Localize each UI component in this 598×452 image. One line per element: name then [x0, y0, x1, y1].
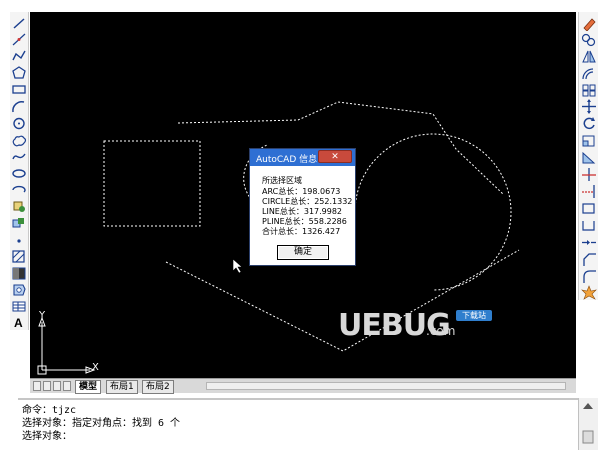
region-icon[interactable] [10, 282, 28, 297]
construction-line-icon[interactable] [10, 32, 28, 47]
scroll-up-icon[interactable] [582, 402, 594, 410]
multiline-text-icon[interactable]: A [10, 315, 28, 330]
array-icon[interactable] [580, 83, 598, 98]
rectangle-icon[interactable] [10, 82, 28, 97]
revision-cloud-icon[interactable] [10, 133, 28, 148]
watermark-logo: UEBUG .com 下载站 [338, 302, 498, 346]
explode-icon[interactable] [580, 285, 598, 300]
circle-icon[interactable] [10, 116, 28, 131]
arc-icon[interactable] [10, 99, 28, 114]
ok-button[interactable]: 确定 [277, 245, 329, 260]
draw-toolbar: A [10, 12, 29, 330]
join-icon[interactable] [580, 235, 598, 250]
rotate-icon[interactable] [580, 116, 598, 131]
ellipse-icon[interactable] [10, 166, 28, 181]
watermark-badge: 下载站 [456, 310, 492, 321]
ucs-x-label: X [92, 362, 99, 373]
svg-text:A: A [14, 316, 23, 330]
table-icon[interactable] [10, 299, 28, 314]
layout-tabs-bar: 模型 布局1 布局2 [30, 378, 576, 394]
line-icon[interactable] [10, 16, 28, 31]
polyline-icon[interactable] [10, 48, 28, 63]
tab-layout2[interactable]: 布局2 [142, 380, 174, 394]
ellipse-arc-icon[interactable] [10, 182, 28, 197]
dialog-title-bar[interactable]: AutoCAD 信息 ✕ [250, 149, 355, 166]
point-icon[interactable] [10, 233, 28, 248]
offset-icon[interactable] [580, 66, 598, 81]
command-prompt-line[interactable]: 选择对象： [22, 431, 72, 443]
tab-first-button[interactable] [33, 381, 41, 391]
command-history-line: 选择对象：指定对角点：找到 6 个 [22, 418, 181, 429]
tab-model[interactable]: 模型 [75, 380, 102, 394]
stretch-icon[interactable] [580, 150, 598, 165]
trim-icon[interactable] [580, 167, 598, 182]
insert-block-icon[interactable] [10, 199, 28, 214]
break-at-point-icon[interactable] [580, 201, 598, 216]
erase-icon[interactable] [580, 16, 598, 31]
selected-circle-arc [354, 133, 512, 291]
hatch-icon[interactable] [10, 249, 28, 264]
spline-icon[interactable] [10, 149, 28, 164]
tab-next-button[interactable] [53, 381, 61, 391]
polygon-icon[interactable] [10, 65, 28, 80]
scale-icon[interactable] [580, 133, 598, 148]
command-window[interactable]: 命令：tjzc 选择对象：指定对角点：找到 6 个 选择对象： [18, 398, 578, 452]
move-icon[interactable] [580, 99, 598, 114]
gradient-icon[interactable] [10, 266, 28, 281]
tab-last-button[interactable] [63, 381, 71, 391]
ucs-y-label: Y [39, 310, 46, 321]
selected-rectangle [103, 140, 201, 227]
dialog-heading: 所选择区域 [262, 176, 302, 185]
total-length-text: 合计总长：1326.427 [262, 227, 341, 236]
extend-icon[interactable] [580, 184, 598, 199]
autocad-info-dialog: AutoCAD 信息 ✕ 所选择区域 ARC总长：198.0673 CIRCLE… [249, 148, 356, 266]
modify-toolbar [578, 12, 598, 300]
tab-layout1[interactable]: 布局1 [106, 380, 138, 394]
fillet-icon[interactable] [580, 269, 598, 284]
tab-prev-button[interactable] [43, 381, 51, 391]
scroll-thumb[interactable] [582, 430, 594, 444]
copy-icon[interactable] [580, 32, 598, 47]
break-icon[interactable] [580, 218, 598, 233]
dialog-title: AutoCAD 信息 [256, 155, 318, 165]
command-history-line: 命令：tjzc [22, 405, 77, 416]
mirror-icon[interactable] [580, 49, 598, 64]
close-button[interactable]: ✕ [318, 150, 352, 163]
command-scrollbar[interactable] [578, 398, 598, 450]
watermark-sub: .com [426, 324, 456, 338]
make-block-icon[interactable] [10, 216, 28, 231]
horizontal-scrollbar[interactable] [206, 382, 566, 390]
chamfer-icon[interactable] [580, 252, 598, 267]
mouse-pointer-icon [232, 258, 243, 274]
